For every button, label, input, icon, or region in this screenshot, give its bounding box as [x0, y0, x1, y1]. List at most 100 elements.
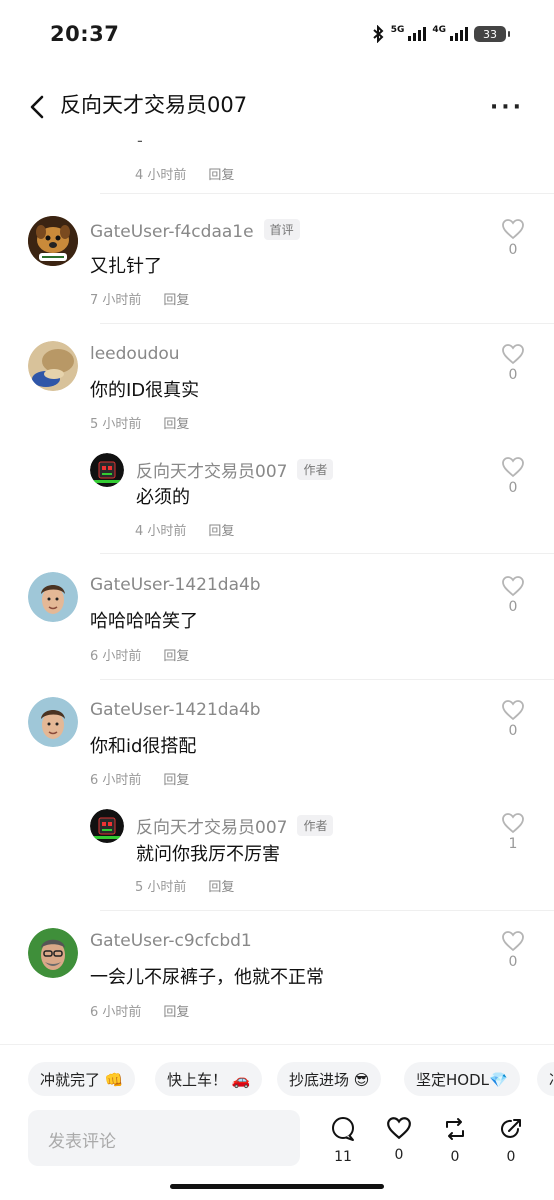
user-photo-icon	[28, 928, 78, 978]
comment-time: 6 小时前	[90, 773, 142, 788]
comment-author[interactable]: GateUser-c9cfcbd1	[90, 931, 252, 951]
reply-button[interactable]: 回复	[208, 880, 234, 895]
comment-meta: 5 小时前 回复	[90, 413, 189, 432]
reply-button[interactable]: 回复	[163, 773, 189, 788]
reply-button[interactable]: 回复	[208, 168, 234, 183]
avatar[interactable]	[90, 453, 124, 487]
bluetooth-icon	[373, 25, 384, 43]
comment-text: 哈哈哈哈笑了	[90, 611, 198, 632]
like-count: 0	[508, 367, 518, 383]
reply-button[interactable]: 回复	[163, 293, 189, 308]
comment-meta: 4 小时前 回复	[135, 164, 234, 183]
divider	[100, 910, 554, 911]
comment-text: 必须的	[136, 487, 190, 508]
avatar[interactable]	[90, 809, 124, 843]
divider	[100, 323, 554, 324]
comment-text: -	[137, 131, 143, 150]
comment-time: 7 小时前	[90, 293, 142, 308]
user-photo-icon	[28, 572, 78, 622]
reply-author[interactable]: 反向天才交易员007 作者	[136, 813, 334, 838]
comment-meta: 6 小时前 回复	[90, 769, 189, 788]
more-options-icon[interactable]: ···	[490, 95, 524, 120]
comments-button[interactable]: 11	[323, 1116, 363, 1165]
like-button[interactable]: 0	[499, 699, 527, 739]
comment-input[interactable]: 发表评论	[28, 1110, 300, 1166]
like-button[interactable]: 0	[499, 575, 527, 615]
quick-reply-chip[interactable]: 快上车！ 🚗	[155, 1062, 263, 1096]
avatar[interactable]	[28, 697, 78, 747]
quick-reply-chip[interactable]: 抄底进场 😎	[277, 1062, 382, 1096]
puppies-avatar-icon	[28, 216, 78, 266]
like-count: 0	[508, 480, 518, 496]
comment-bubble-icon	[332, 1117, 354, 1141]
comment-meta: 5 小时前 回复	[135, 876, 234, 895]
network-4g-label: 4G	[432, 25, 446, 35]
comment-author[interactable]: GateUser-1421da4b	[90, 575, 261, 595]
comment-time: 6 小时前	[90, 1005, 142, 1020]
comment-time: 5 小时前	[90, 417, 142, 432]
reply-button[interactable]: 回复	[163, 649, 189, 664]
repost-icon	[446, 1118, 464, 1140]
comment-time: 4 小时前	[135, 168, 187, 183]
comment-time: 5 小时前	[135, 880, 187, 895]
avatar[interactable]	[28, 341, 78, 391]
status-icons: 5G 4G 33	[371, 25, 510, 43]
quick-reply-chip[interactable]: 坚定HODL💎	[404, 1062, 520, 1096]
signal-icon	[408, 27, 427, 41]
comment-text: 又扎针了	[90, 256, 162, 277]
like-count: 1	[508, 836, 518, 852]
comment-author[interactable]: GateUser-f4cdaa1e 首评	[90, 219, 300, 242]
author-badge: 作者	[297, 815, 334, 836]
avatar[interactable]	[28, 216, 78, 266]
signal-icon-2	[450, 27, 468, 41]
robot-avatar-icon	[90, 453, 124, 487]
comment-text: 一会儿不尿裤子，他就不正常	[90, 967, 324, 988]
like-count: 0	[508, 954, 518, 970]
heart-icon	[502, 219, 524, 240]
avatar[interactable]	[28, 928, 78, 978]
divider	[100, 553, 554, 554]
comment-input-placeholder: 发表评论	[48, 1132, 116, 1152]
divider	[100, 679, 554, 680]
like-post-button[interactable]: 0	[379, 1116, 419, 1163]
share-button[interactable]: 0	[491, 1116, 531, 1165]
quick-reply-chip[interactable]: 冲就完了 👊	[28, 1062, 136, 1096]
like-button[interactable]: 0	[499, 456, 527, 496]
user-photo-icon	[28, 697, 78, 747]
reply-button[interactable]: 回复	[163, 1005, 189, 1020]
comment-meta: 6 小时前 回复	[90, 645, 189, 664]
reposts-count: 0	[450, 1149, 460, 1165]
like-count: 0	[508, 599, 518, 615]
heart-icon	[502, 576, 524, 597]
user-photo-icon	[28, 341, 78, 391]
heart-icon	[502, 700, 524, 721]
comment-author[interactable]: GateUser-1421da4b	[90, 700, 261, 720]
status-time: 20:37	[50, 22, 120, 46]
comment-meta: 7 小时前 回复	[90, 289, 189, 308]
home-indicator	[170, 1184, 384, 1189]
like-button[interactable]: 1	[499, 812, 527, 852]
repost-button[interactable]: 0	[435, 1116, 475, 1165]
like-count: 0	[508, 242, 518, 258]
comment-text: 你和id很搭配	[90, 736, 197, 757]
comment-author[interactable]: leedoudou	[90, 344, 180, 364]
like-button[interactable]: 0	[499, 930, 527, 970]
like-button[interactable]: 0	[499, 343, 527, 383]
likes-count: 0	[394, 1147, 404, 1163]
quick-reply-chip[interactable]: 冲	[537, 1062, 554, 1096]
back-arrow-icon[interactable]	[26, 94, 52, 120]
reply-author[interactable]: 反向天才交易员007 作者	[136, 457, 334, 482]
reply-button[interactable]: 回复	[163, 417, 189, 432]
heart-icon	[502, 344, 524, 365]
network-5g-label: 5G	[390, 25, 405, 35]
comment-text: 你的ID很真实	[90, 380, 200, 401]
like-button[interactable]: 0	[499, 218, 527, 258]
bottom-divider	[0, 1044, 554, 1045]
heart-icon	[502, 813, 524, 834]
heart-icon	[502, 457, 524, 478]
comment-meta: 6 小时前 回复	[90, 1001, 189, 1020]
first-comment-badge: 首评	[263, 219, 300, 240]
comment-meta: 4 小时前 回复	[135, 520, 234, 539]
avatar[interactable]	[28, 572, 78, 622]
reply-button[interactable]: 回复	[208, 524, 234, 539]
